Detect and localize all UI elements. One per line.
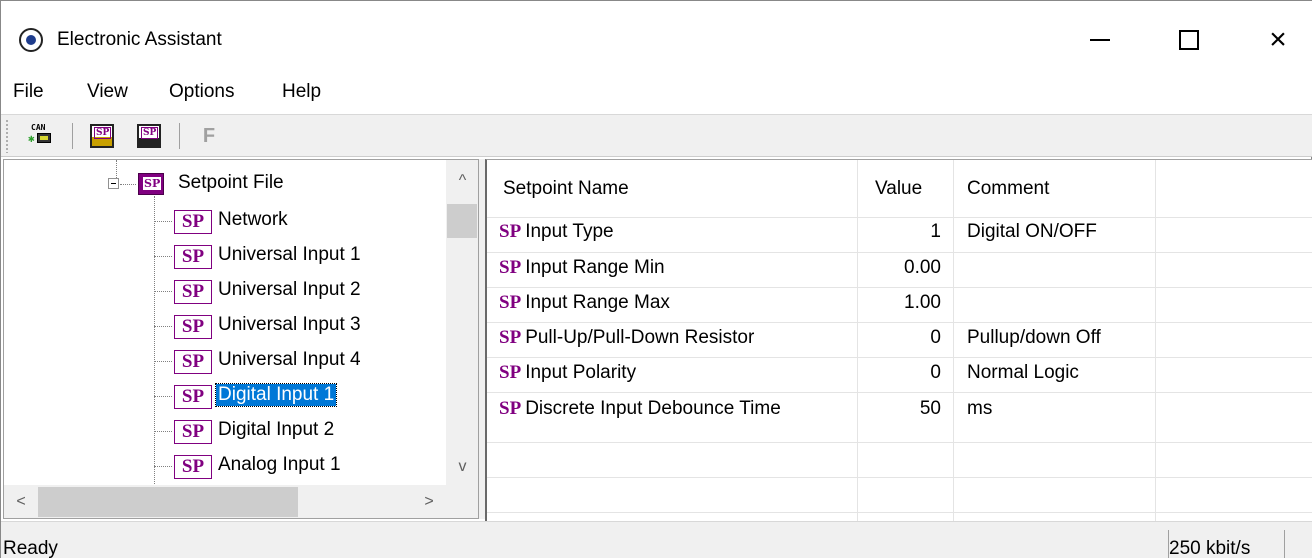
setpoint-icon: SP: [499, 257, 522, 278]
setpoint-icon: SP: [174, 210, 212, 234]
setpoint-icon: SP: [499, 292, 522, 313]
window-title: Electronic Assistant: [57, 29, 222, 50]
flash-icon: F: [202, 124, 216, 147]
scroll-down-icon[interactable]: v: [446, 450, 478, 484]
toolbar-separator: [72, 123, 73, 149]
setpoint-icon: SP: [499, 398, 522, 419]
toolbar-grip[interactable]: [5, 119, 9, 153]
setpoint-value[interactable]: 50: [857, 398, 941, 420]
tree-item-network[interactable]: Network: [218, 209, 288, 231]
setpoint-comment: ms: [967, 398, 993, 419]
tree-root-setpoint-file[interactable]: Setpoint File: [178, 172, 284, 194]
table-row[interactable]: SP Input Range Max: [499, 292, 670, 314]
column-header-comment[interactable]: Comment: [967, 178, 1049, 200]
setpoint-value[interactable]: 0.00: [857, 257, 941, 279]
status-text: Ready: [3, 538, 58, 558]
table-row[interactable]: SP Input Range Min: [499, 257, 665, 279]
app-window: Electronic Assistant × File View Options…: [0, 0, 1312, 558]
status-bitrate: 250 kbit/s: [1169, 538, 1251, 558]
setpoint-icon: SP: [174, 455, 212, 479]
scroll-up-icon[interactable]: ^: [446, 164, 478, 198]
setpoint-value[interactable]: 0: [857, 362, 941, 384]
save-setpoint-icon: SP: [137, 124, 161, 148]
vertical-scroll-thumb[interactable]: [447, 204, 477, 238]
setpoint-value[interactable]: 1: [857, 221, 941, 243]
setpoint-value[interactable]: 0: [857, 327, 941, 349]
setpoint-comment: Normal Logic: [967, 362, 1079, 383]
connect-can-button[interactable]: CAN ✱: [23, 120, 57, 152]
column-header-setpoint-name[interactable]: Setpoint Name: [503, 178, 629, 200]
setpoint-name: Pull-Up/Pull-Down Resistor: [525, 327, 755, 348]
minimize-button[interactable]: [1055, 15, 1145, 65]
tree-vertical-scrollbar[interactable]: ^ v: [446, 160, 478, 485]
open-setpoint-icon: SP: [90, 124, 114, 148]
setpoint-icon: SP: [174, 420, 212, 444]
table-row[interactable]: SP Discrete Input Debounce Time: [499, 398, 781, 420]
maximize-icon: [1179, 30, 1199, 50]
setpoint-tree[interactable]: SP Setpoint File SP Network SP Universal…: [3, 159, 479, 519]
minimize-icon: [1090, 39, 1110, 41]
setpoint-name: Input Type: [525, 221, 614, 242]
menu-bar: File View Options Help: [1, 71, 1312, 115]
setpoint-comment: Pullup/down Off: [967, 327, 1101, 348]
setpoint-icon: SP: [499, 221, 522, 242]
setpoint-icon: SP: [499, 327, 522, 348]
status-separator: [1284, 530, 1285, 558]
table-row[interactable]: SP Input Type: [499, 221, 614, 243]
table-row[interactable]: SP Input Polarity: [499, 362, 636, 384]
close-button[interactable]: ×: [1233, 15, 1312, 65]
tree-item-universal-input-1[interactable]: Universal Input 1: [218, 244, 361, 266]
setpoint-name: Discrete Input Debounce Time: [525, 398, 781, 419]
menu-file[interactable]: File: [13, 81, 44, 103]
setpoint-name: Input Range Max: [525, 292, 670, 313]
setpoint-name: Input Polarity: [525, 362, 637, 383]
setpoint-file-icon: SP: [138, 173, 164, 195]
save-setpoint-file-button[interactable]: SP: [132, 120, 166, 152]
menu-options[interactable]: Options: [169, 81, 234, 103]
setpoint-table: Setpoint Name Value Comment SP Input Type…: [485, 159, 1312, 521]
tree-item-analog-input-1[interactable]: Analog Input 1: [218, 454, 341, 476]
setpoint-icon: SP: [174, 350, 212, 374]
setpoint-icon: SP: [174, 385, 212, 409]
collapse-icon[interactable]: [108, 178, 119, 189]
tree-item-universal-input-4[interactable]: Universal Input 4: [218, 349, 361, 371]
menu-view[interactable]: View: [87, 81, 128, 103]
scroll-right-icon[interactable]: >: [412, 485, 446, 518]
scroll-corner: [446, 485, 478, 518]
setpoint-icon: SP: [499, 362, 522, 383]
setpoint-icon: SP: [174, 315, 212, 339]
tree-item-universal-input-3[interactable]: Universal Input 3: [218, 314, 361, 336]
maximize-button[interactable]: [1144, 15, 1234, 65]
setpoint-value[interactable]: 1.00: [857, 292, 941, 314]
column-header-value[interactable]: Value: [875, 178, 922, 200]
close-icon: ×: [1269, 23, 1287, 56]
title-bar[interactable]: Electronic Assistant ×: [1, 1, 1312, 71]
scroll-left-icon[interactable]: <: [4, 485, 38, 518]
toolbar: CAN ✱ SP SP F: [1, 115, 1312, 157]
app-icon[interactable]: [19, 28, 43, 52]
table-row[interactable]: SP Pull-Up/Pull-Down Resistor: [499, 327, 754, 349]
menu-help[interactable]: Help: [282, 81, 321, 103]
tree-item-digital-input-1[interactable]: Digital Input 1: [214, 383, 338, 407]
flash-button[interactable]: F: [192, 120, 226, 152]
tree-view: SP Setpoint File SP Network SP Universal…: [4, 160, 446, 485]
can-connect-icon: CAN ✱: [27, 123, 53, 149]
setpoint-comment: Digital ON/OFF: [967, 221, 1097, 242]
open-setpoint-file-button[interactable]: SP: [85, 120, 119, 152]
tree-item-universal-input-2[interactable]: Universal Input 2: [218, 279, 361, 301]
toolbar-separator: [179, 123, 180, 149]
status-bar: Ready 250 kbit/s: [1, 521, 1312, 558]
setpoint-icon: SP: [174, 245, 212, 269]
tree-item-digital-input-2[interactable]: Digital Input 2: [218, 419, 334, 441]
tree-horizontal-scrollbar[interactable]: < >: [4, 485, 446, 518]
setpoint-icon: SP: [174, 280, 212, 304]
horizontal-scroll-thumb[interactable]: [38, 487, 298, 517]
setpoint-name: Input Range Min: [525, 257, 665, 278]
